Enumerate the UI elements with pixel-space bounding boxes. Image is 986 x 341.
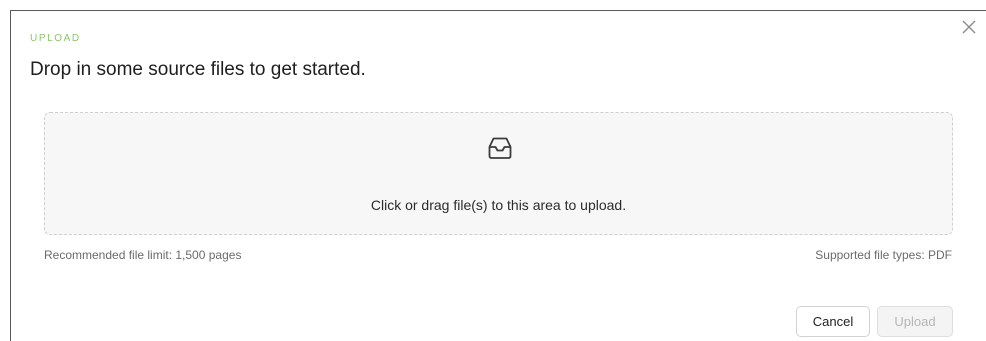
close-icon[interactable]	[962, 20, 976, 34]
close-button[interactable]	[962, 20, 976, 34]
inbox-icon	[488, 137, 512, 159]
file-limit-hint: Recommended file limit: 1,500 pages	[44, 248, 242, 262]
upload-button[interactable]: Upload	[877, 306, 953, 337]
modal-eyebrow: UPLOAD	[30, 33, 81, 44]
cancel-button[interactable]: Cancel	[796, 306, 870, 337]
file-types-hint: Supported file types: PDF	[815, 248, 952, 262]
upload-modal: UPLOAD Drop in some source files to get …	[10, 10, 986, 341]
upload-dropzone[interactable]: Click or drag file(s) to this area to up…	[44, 112, 953, 235]
dropzone-text: Click or drag file(s) to this area to up…	[370, 197, 627, 213]
modal-title: Drop in some source files to get started…	[30, 59, 366, 80]
